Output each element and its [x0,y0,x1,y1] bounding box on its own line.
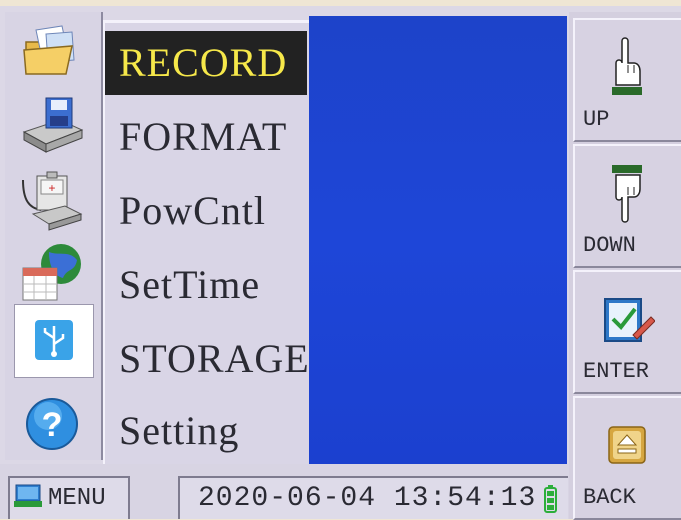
menu-item-storage[interactable]: STORAGE [105,327,309,391]
menu-item-record[interactable]: RECORD [105,31,307,95]
softkey-panel: UP DOWN ENTER BACK [569,12,681,520]
clipboard-check-icon [599,286,655,352]
status-bar: MENU 2020-06-04 13:54:13 [0,464,569,519]
enter-button[interactable]: ENTER [573,270,681,394]
menu-item-powcntl[interactable]: PowCntl [105,179,307,243]
menu-item-setting[interactable]: Setting [105,399,307,463]
back-button[interactable]: BACK [573,396,681,520]
battery-icon [544,484,558,513]
menu-item-settime[interactable]: SetTime [105,253,307,317]
enter-label: ENTER [583,359,650,384]
down-button[interactable]: DOWN [573,144,681,268]
menu-item-format[interactable]: FORMAT [105,105,307,169]
up-button[interactable]: UP [573,18,681,142]
menu-icon [14,483,44,514]
floppy-drive-icon[interactable] [17,94,87,158]
svg-text:+: + [48,182,55,196]
folder-icon[interactable] [17,20,87,84]
hand-pointing-up-icon [599,34,655,100]
down-label: DOWN [583,233,636,258]
menu-label: MENU [48,485,106,512]
icon-column: + ? [5,12,103,460]
back-label: BACK [583,485,636,510]
hand-pointing-down-icon [599,160,655,226]
globe-calendar-icon[interactable] [17,242,87,306]
svg-text:?: ? [42,406,63,444]
help-icon[interactable]: ? [17,392,87,456]
device-screen: + ? RECORD FORMAT PowCntl SetTime STORAG… [0,6,681,520]
datetime-text: 2020-06-04 13:54:13 [198,483,537,514]
usb-icon[interactable] [14,304,94,378]
power-supply-icon[interactable]: + [17,170,87,234]
up-label: UP [583,107,610,132]
eject-icon [599,412,655,478]
main-menu: RECORD FORMAT PowCntl SetTime STORAGE Se… [103,20,309,464]
display-area [309,16,567,464]
